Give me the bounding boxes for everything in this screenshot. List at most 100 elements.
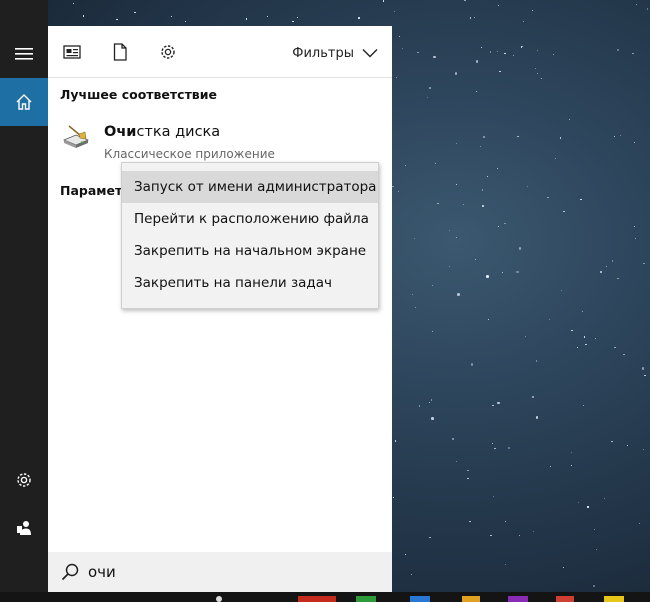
best-match-heading: Лучшее соответствие: [60, 87, 217, 102]
hamburger-button[interactable]: [0, 30, 48, 78]
star: [395, 440, 397, 442]
filters-button[interactable]: Фильтры: [292, 42, 378, 64]
taskbar-app-red-2[interactable]: [556, 596, 574, 602]
star: [525, 335, 527, 338]
settings-button[interactable]: [0, 456, 48, 504]
star: [494, 447, 496, 449]
search-toolbar: Фильтры: [48, 26, 392, 78]
star: [576, 347, 578, 349]
star: [399, 35, 401, 37]
best-match-result[interactable]: Очистка диска Классическое приложение: [48, 114, 392, 162]
star: [456, 460, 458, 463]
star: [170, 15, 173, 18]
start-rail: [0, 0, 48, 592]
star: [627, 444, 629, 446]
star: [455, 237, 458, 239]
star: [517, 135, 519, 137]
star: [559, 137, 561, 139]
star: [434, 162, 436, 164]
chevron-down-icon: [362, 49, 378, 58]
star: [184, 20, 187, 23]
search-icon: [61, 563, 79, 581]
star: [411, 294, 413, 296]
star: [519, 534, 521, 536]
settings-filter-button[interactable]: [156, 40, 180, 64]
star: [522, 46, 524, 48]
star: [491, 442, 493, 445]
star: [633, 141, 636, 143]
home-button[interactable]: [0, 78, 48, 126]
star: [600, 271, 602, 273]
taskbar-app-purple[interactable]: [508, 596, 528, 602]
star: [646, 8, 648, 10]
star: [571, 464, 573, 466]
star: [428, 86, 432, 90]
star: [504, 223, 506, 225]
star: [532, 9, 534, 12]
star: [405, 164, 407, 167]
taskbar-app-yellow[interactable]: [604, 596, 624, 602]
star: [535, 68, 537, 70]
star: [463, 203, 465, 205]
star: [431, 284, 434, 287]
menu-item-pin-to-taskbar[interactable]: Закрепить на панели задач: [122, 267, 378, 299]
menu-item-open-file-location[interactable]: Перейти к расположению файла: [122, 203, 378, 235]
star: [526, 185, 528, 187]
star: [449, 265, 451, 267]
star: [568, 118, 570, 121]
star: [623, 353, 625, 355]
star: [580, 199, 582, 201]
taskbar-app-blue[interactable]: [410, 596, 430, 602]
star: [481, 46, 483, 49]
star: [417, 52, 419, 54]
star: [266, 15, 269, 18]
taskbar-app-green[interactable]: [356, 596, 376, 602]
star: [499, 70, 501, 73]
star: [473, 17, 475, 19]
star: [479, 146, 482, 148]
star: [431, 417, 434, 420]
taskbar-app-red[interactable]: [298, 596, 336, 602]
documents-button[interactable]: [108, 40, 132, 64]
taskbar-app-orange[interactable]: [462, 596, 480, 602]
star: [437, 203, 439, 205]
menu-item-pin-to-start[interactable]: Закрепить на начальном экране: [122, 235, 378, 267]
star: [116, 18, 118, 21]
star: [535, 416, 539, 419]
star: [497, 4, 499, 7]
star: [474, 258, 477, 260]
star: [635, 238, 637, 240]
user-button[interactable]: [0, 504, 48, 552]
news-button[interactable]: [60, 40, 84, 64]
star: [245, 18, 248, 20]
user-icon: [17, 521, 31, 535]
star: [475, 60, 479, 63]
star: [616, 48, 620, 52]
star: [72, 2, 75, 5]
star: [570, 451, 572, 454]
star: [467, 477, 469, 480]
star: [577, 502, 579, 504]
star: [469, 17, 471, 19]
settings-icon: [17, 473, 31, 487]
star: [532, 396, 534, 398]
star: [395, 76, 397, 78]
home-icon: [16, 94, 32, 110]
star: [476, 90, 478, 92]
star: [428, 402, 430, 404]
menu-item-run-as-admin[interactable]: Запуск от имени администратора: [122, 171, 378, 203]
result-subtitle: Классическое приложение: [104, 147, 275, 161]
star: [554, 158, 557, 160]
star: [488, 318, 490, 320]
taskbar-task-view-icon[interactable]: [216, 596, 222, 602]
search-box[interactable]: очи: [48, 552, 392, 592]
star: [571, 329, 573, 331]
star: [641, 367, 644, 370]
star: [536, 360, 538, 362]
search-input[interactable]: очи: [88, 563, 116, 581]
star: [292, 20, 294, 23]
star: [605, 265, 607, 268]
star: [505, 520, 507, 522]
result-title: Очистка диска: [104, 124, 220, 140]
star: [505, 563, 507, 566]
